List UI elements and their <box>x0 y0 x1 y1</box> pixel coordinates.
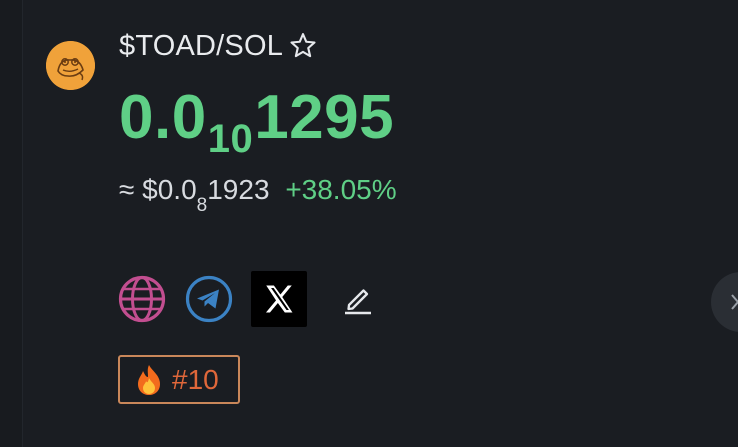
left-rail <box>0 0 23 447</box>
fire-icon <box>134 363 164 397</box>
globe-icon[interactable] <box>117 275 166 324</box>
price-change: +38.05% <box>285 174 397 205</box>
price-lead: 0.0 <box>119 83 207 152</box>
usd-digits: 1923 <box>207 174 270 205</box>
rank-text: #10 <box>172 363 219 395</box>
price-zero-count: 10 <box>207 117 254 161</box>
usd-price: ≈ $0.081923 <box>119 174 270 216</box>
toad-logo-icon <box>46 41 95 90</box>
usd-prefix: ≈ $0.0 <box>119 174 197 205</box>
price-digits: 1295 <box>254 83 395 152</box>
x-logo-icon[interactable] <box>251 271 307 327</box>
token-avatar <box>46 41 95 90</box>
token-price-sol: 0.0101295 <box>119 78 394 165</box>
side-panel-toggle[interactable] <box>711 272 738 332</box>
usd-zero-count: 8 <box>196 195 208 216</box>
trending-rank-badge[interactable]: #10 <box>118 355 240 404</box>
social-links <box>117 271 400 327</box>
usd-price-row: ≈ $0.081923 +38.05% <box>119 170 397 216</box>
pair-row: $TOAD/SOL <box>119 26 319 66</box>
pencil-icon[interactable] <box>333 275 382 324</box>
pair-title: $TOAD/SOL <box>119 29 284 62</box>
token-header-panel: $TOAD/SOL 0.0101295 ≈ $0.081923 +38.05% <box>0 0 738 447</box>
telegram-icon[interactable] <box>184 275 233 324</box>
star-icon[interactable] <box>287 30 319 62</box>
chevron-icon <box>731 294 738 310</box>
